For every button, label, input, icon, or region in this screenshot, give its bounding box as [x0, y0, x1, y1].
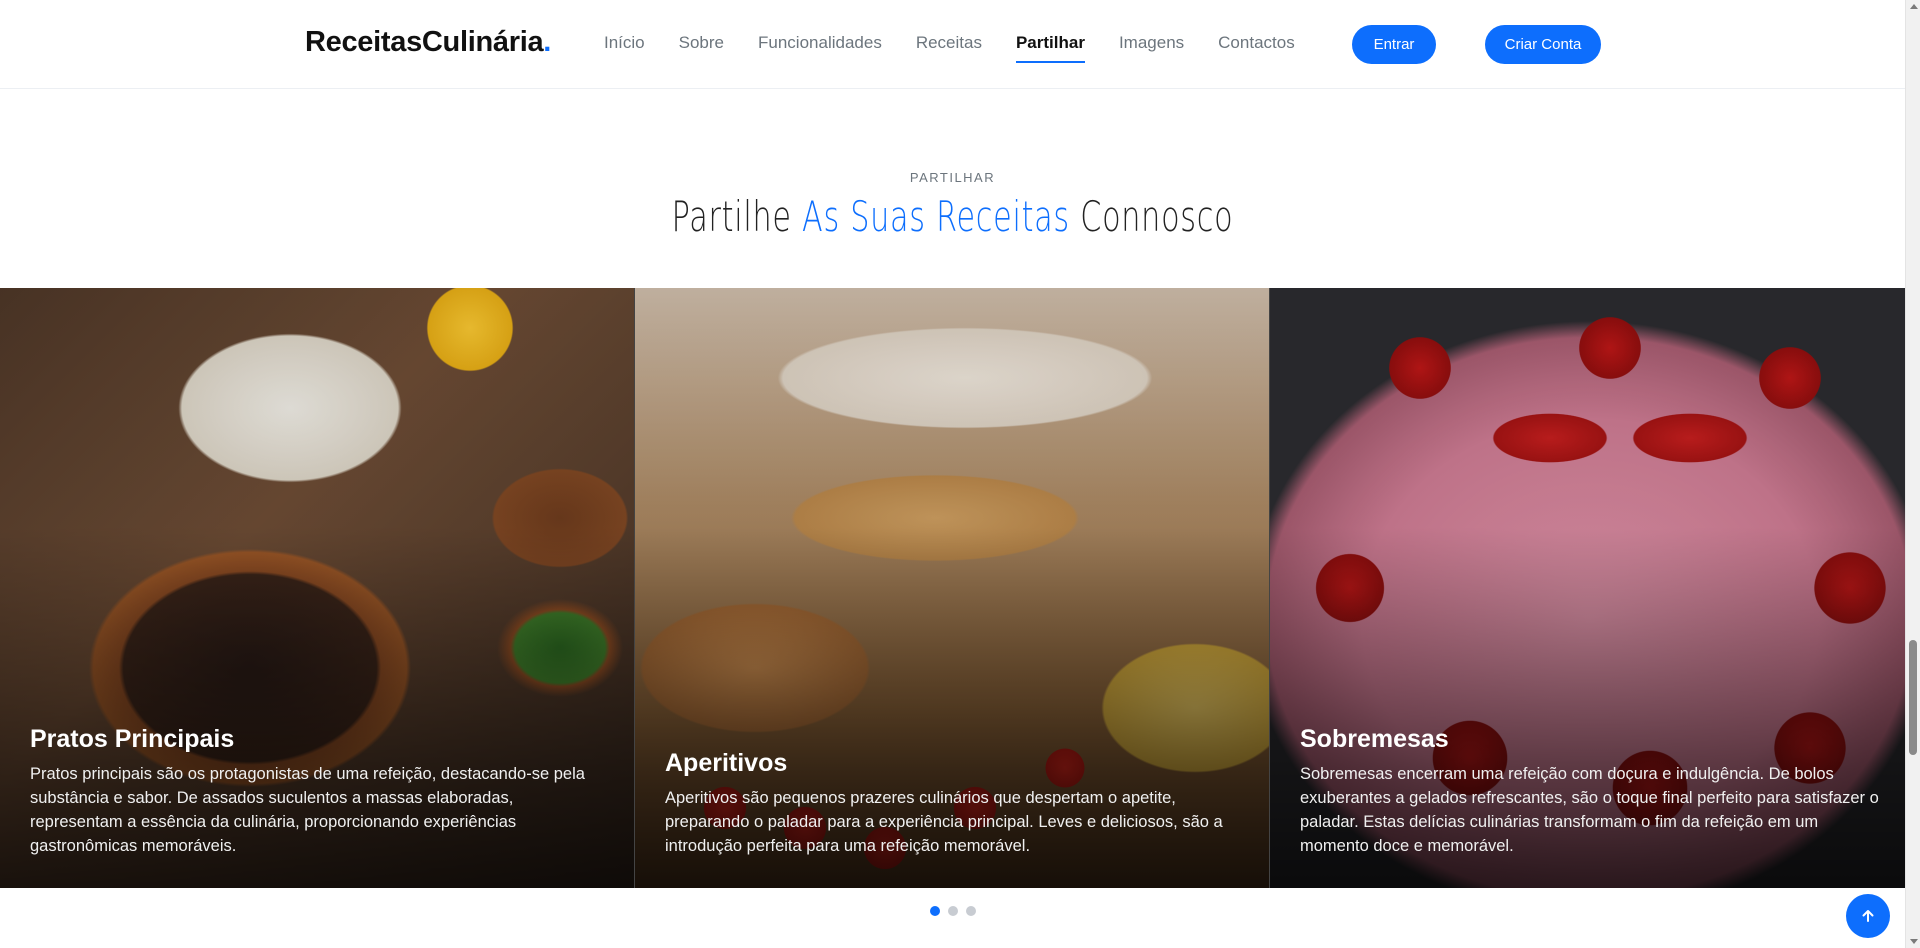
card-title: Pratos Principais	[30, 725, 235, 753]
nav-link-partilhar[interactable]: Partilhar	[1015, 33, 1085, 63]
carousel-dot-1[interactable]	[930, 906, 940, 916]
carousel-dot-2[interactable]	[948, 906, 958, 916]
nav-link-inicio[interactable]: Início	[604, 33, 645, 63]
card-description: Pratos principais são os protagonistas d…	[30, 765, 585, 855]
scroll-down-arrow-icon[interactable]	[1910, 939, 1918, 944]
title-post: Connosco	[1069, 192, 1234, 241]
title-accent: As Suas Receitas	[802, 192, 1070, 241]
card-pratos-principais[interactable]: Pratos Principais Pratos principais são …	[0, 288, 635, 888]
card-aperitivos[interactable]: Aperitivos Aperitivos são pequenos praze…	[635, 288, 1270, 888]
carousel-dot-3[interactable]	[966, 906, 976, 916]
card-caption: Pratos Principais Pratos principais são …	[30, 725, 610, 858]
logo-text: ReceitasCulinária	[305, 26, 544, 58]
card-title: Aperitivos	[665, 749, 788, 777]
main-nav: Início Sobre Funcionalidades Receitas Pa…	[604, 33, 1329, 63]
page-scrollbar[interactable]	[1905, 0, 1920, 948]
scroll-up-arrow-icon[interactable]	[1910, 4, 1918, 9]
section-eyebrow: PARTILHAR	[909, 170, 996, 185]
nav-link-sobre[interactable]: Sobre	[679, 33, 724, 63]
site-header: ReceitasCulinária. Início Sobre Funciona…	[0, 0, 1905, 89]
card-sobremesas[interactable]: Sobremesas Sobremesas encerram uma refei…	[1270, 288, 1905, 888]
card-caption: Aperitivos Aperitivos são pequenos praze…	[665, 749, 1245, 858]
logo-dot: .	[543, 26, 552, 58]
login-button[interactable]: Entrar	[1352, 25, 1436, 64]
title-pre: Partilhe	[671, 192, 803, 241]
section-title: Partilhe As Suas Receitas Connosco	[267, 192, 1639, 241]
nav-link-receitas[interactable]: Receitas	[916, 33, 982, 63]
logo[interactable]: ReceitasCulinária.	[305, 26, 551, 59]
nav-link-funcionalidades[interactable]: Funcionalidades	[758, 33, 882, 63]
arrow-up-icon	[1862, 910, 1874, 922]
nav-link-contactos[interactable]: Contactos	[1218, 33, 1295, 63]
card-description: Sobremesas encerram uma refeição com doç…	[1300, 765, 1879, 855]
nav-link-imagens[interactable]: Imagens	[1119, 33, 1184, 63]
card-description: Aperitivos são pequenos prazeres culinár…	[665, 789, 1223, 855]
category-carousel: Pratos Principais Pratos principais são …	[0, 288, 1905, 888]
back-to-top-button[interactable]	[1846, 894, 1890, 938]
carousel-pagination	[930, 906, 984, 916]
card-caption: Sobremesas Sobremesas encerram uma refei…	[1300, 725, 1881, 858]
card-title: Sobremesas	[1300, 725, 1449, 753]
scrollbar-thumb[interactable]	[1909, 640, 1917, 755]
signup-button[interactable]: Criar Conta	[1485, 25, 1601, 64]
